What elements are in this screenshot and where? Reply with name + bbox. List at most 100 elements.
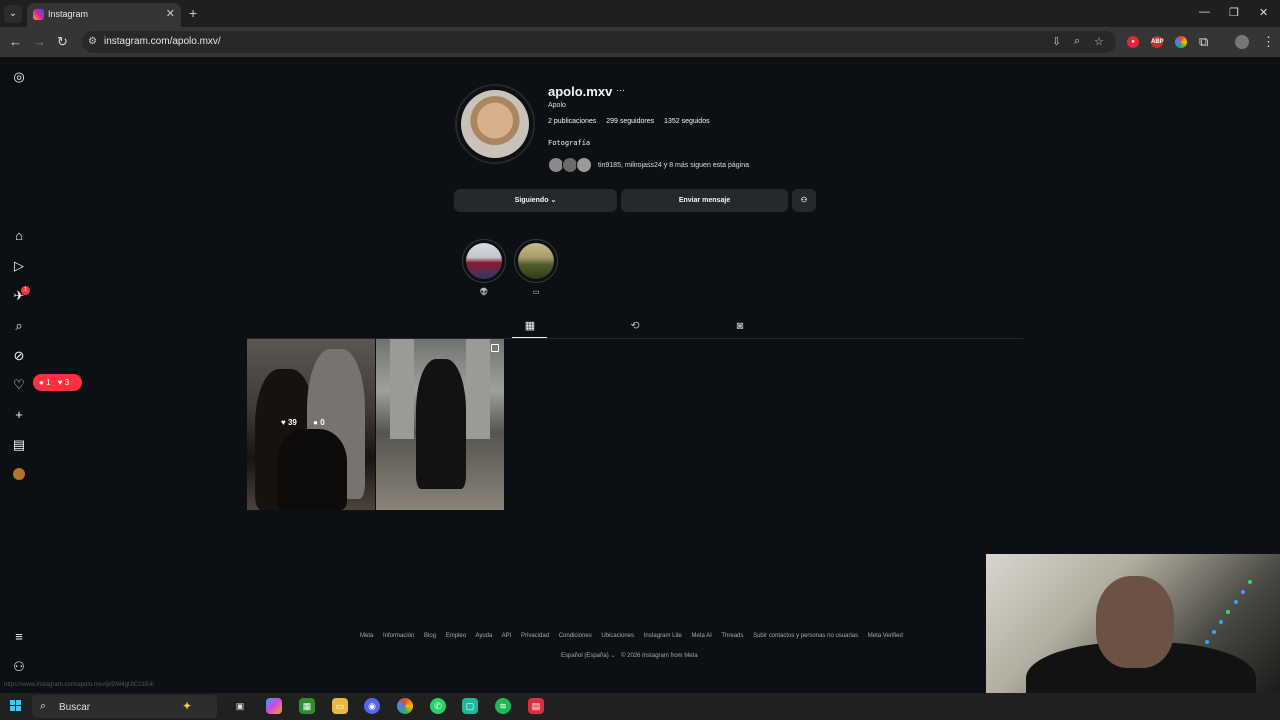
taskbar-search[interactable]: ⌕ Buscar ✦: [32, 695, 217, 718]
highlight-cover: [466, 243, 502, 279]
extension-color-icon[interactable]: [1175, 36, 1187, 48]
install-app-icon[interactable]: ⇩: [1052, 35, 1061, 48]
zoom-icon[interactable]: ⌕: [1074, 35, 1080, 48]
following-label: Siguiendo: [514, 197, 549, 204]
reels-icon[interactable]: ▷: [12, 259, 26, 273]
close-window-button[interactable]: ✕: [1259, 6, 1268, 19]
carousel-icon: [491, 344, 499, 352]
led-light: [1219, 620, 1223, 624]
restore-button[interactable]: ❐: [1229, 6, 1239, 19]
browser-tab[interactable]: Instagram ✕: [27, 3, 181, 27]
footer-link[interactable]: Instagram Lite: [644, 633, 682, 639]
tab-close-icon[interactable]: ✕: [166, 7, 175, 20]
tab-reposts-icon[interactable]: ⟲: [628, 319, 642, 333]
tab-search-button[interactable]: ⌄: [4, 5, 22, 23]
footer-link[interactable]: Empleo: [446, 633, 466, 639]
explore-icon[interactable]: ⊘: [12, 349, 26, 363]
also-from-meta-icon[interactable]: ⚇: [12, 660, 26, 674]
highlight-label: 👽: [462, 288, 506, 296]
reload-button[interactable]: ↻: [57, 35, 68, 48]
suggested-users-button[interactable]: ⚇: [792, 189, 816, 212]
create-plus-icon[interactable]: +: [12, 408, 26, 422]
footer-link[interactable]: Meta: [360, 633, 373, 639]
led-light: [1205, 640, 1209, 644]
extensions-puzzle-icon[interactable]: ⧉: [1199, 35, 1208, 48]
profile-avatar-icon[interactable]: [1235, 35, 1249, 49]
new-tab-button[interactable]: +: [189, 5, 197, 21]
extension-red-icon[interactable]: ●: [1127, 36, 1139, 48]
browser-menu-icon[interactable]: ⋮: [1262, 35, 1275, 48]
whatsapp-app-icon[interactable]: ✆: [430, 698, 446, 714]
footer-link[interactable]: Ubicaciones: [601, 633, 634, 639]
file-explorer-icon[interactable]: ▭: [332, 698, 348, 714]
voicemeeter-app-icon[interactable]: ▤: [528, 698, 544, 714]
post-thumbnail-2[interactable]: [376, 339, 504, 510]
footer-link[interactable]: Threads: [721, 633, 743, 639]
chrome-app-icon[interactable]: [397, 698, 413, 714]
start-button[interactable]: [10, 700, 22, 712]
spotify-app-icon[interactable]: ≋: [495, 698, 511, 714]
adblock-extension-icon[interactable]: ABP: [1151, 36, 1164, 48]
post-thumbnail-1[interactable]: ♥ 39 ● 0: [247, 339, 375, 510]
copyright: © 2026 Instagram from Meta: [621, 653, 698, 659]
alien-emoji-icon: 👽: [479, 289, 489, 296]
posts-count: 2 publicaciones: [548, 118, 597, 125]
highlight-cover: [518, 243, 554, 279]
copilot-sparkle-icon: ✦: [182, 699, 193, 713]
following-button[interactable]: Siguiendo ⌄: [454, 189, 617, 212]
post-hover-stats: ♥ 39 ● 0: [281, 418, 325, 427]
likes-count: 3: [64, 378, 70, 387]
notifications-heart-icon[interactable]: ♡: [12, 378, 26, 392]
followers-count[interactable]: 299 seguidores: [606, 118, 654, 125]
streaming-app-icon[interactable]: ▢: [462, 698, 478, 714]
footer-link[interactable]: Condiciones: [559, 633, 592, 639]
task-view-icon[interactable]: ▣: [232, 698, 248, 714]
back-button[interactable]: ←: [9, 35, 22, 48]
highlight-2[interactable]: [514, 239, 558, 283]
likes-count: 39: [287, 418, 297, 427]
footer-link[interactable]: Meta Verified: [868, 633, 903, 639]
home-icon[interactable]: ⌂: [12, 229, 26, 243]
footer-link[interactable]: Información: [383, 633, 414, 639]
copilot-app-icon[interactable]: [266, 698, 282, 714]
footer-link[interactable]: API: [502, 633, 512, 639]
address-bar[interactable]: ⚙ instagram.com/apolo.mxv/ ⇩ ⌕ ☆: [82, 31, 1116, 53]
followed-by-text: tin9185, milirojass24 y 8 más siguen est…: [598, 162, 749, 169]
comments-count: 1: [46, 378, 51, 387]
mutual-avatar: [576, 157, 592, 173]
send-message-button[interactable]: Enviar mensaje: [621, 189, 788, 212]
footer-link[interactable]: Privacidad: [521, 633, 549, 639]
language-select[interactable]: Español (España): [561, 653, 609, 659]
forward-button[interactable]: →: [33, 35, 46, 48]
photo-column: [390, 339, 414, 439]
tab-posts-grid-icon[interactable]: ▦: [523, 319, 537, 333]
chevron-down-icon: ⌄: [610, 653, 618, 659]
minecraft-app-icon[interactable]: ▦: [299, 698, 315, 714]
search-icon[interactable]: ⌕: [12, 319, 26, 333]
dashboard-icon[interactable]: ▤: [12, 438, 26, 452]
footer-link[interactable]: Meta AI: [691, 633, 711, 639]
address-url: instagram.com/apolo.mxv/: [104, 36, 221, 47]
led-light: [1241, 590, 1245, 594]
profile-photo: [461, 90, 529, 158]
profile-avatar-nav[interactable]: [13, 468, 25, 480]
options-icon[interactable]: ···: [616, 85, 625, 95]
flag-emoji-icon: ▭: [532, 289, 540, 296]
more-menu-icon[interactable]: ≡: [12, 630, 26, 644]
instagram-sidebar: ◎ ⌂ ▷ ✈ ⌕ ⊘ ♡ + ▤ ≡ ⚇: [0, 57, 38, 693]
profile-stats: 2 publicaciones 299 seguidores 1352 segu…: [548, 118, 718, 125]
discord-app-icon[interactable]: ◉: [364, 698, 380, 714]
bookmark-star-icon[interactable]: ☆: [1094, 35, 1104, 48]
footer-link[interactable]: Subir contactos y personas no usuarias: [753, 633, 858, 639]
footer-link[interactable]: Blog: [424, 633, 436, 639]
following-count[interactable]: 1352 seguidos: [664, 118, 710, 125]
minimize-button[interactable]: —: [1199, 6, 1210, 18]
heart-icon: ♥: [57, 378, 63, 387]
tab-tagged-icon[interactable]: ◙: [733, 319, 747, 333]
instagram-logo-icon[interactable]: ◎: [12, 70, 26, 84]
footer-link[interactable]: Ayuda: [475, 633, 492, 639]
profile-avatar[interactable]: [455, 84, 535, 164]
highlight-1[interactable]: [462, 239, 506, 283]
site-info-icon[interactable]: ⚙: [88, 36, 97, 47]
activity-pill[interactable]: ● 1 ♥ 3: [33, 374, 82, 391]
